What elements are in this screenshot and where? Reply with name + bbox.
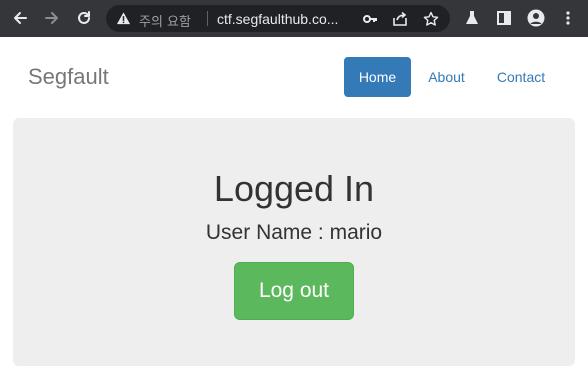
share-icon[interactable]	[391, 10, 409, 28]
labs-flask-icon[interactable]	[460, 7, 484, 29]
menu-kebab-icon[interactable]	[556, 7, 580, 29]
page-title: Logged In	[213, 168, 375, 209]
reload-icon[interactable]	[72, 7, 96, 29]
warning-icon[interactable]	[116, 11, 131, 26]
nav-contact[interactable]: Contact	[483, 57, 559, 97]
site-navbar: Segfault Home About Contact	[0, 37, 588, 117]
omnibox-divider	[207, 11, 208, 26]
user-name-text: User Name : mario	[205, 221, 383, 244]
browser-toolbar: 주의 요함 ctf.segfaulthub.co...	[0, 0, 588, 37]
key-icon[interactable]	[361, 10, 379, 28]
jumbotron: Logged In User Name : mario Log out	[13, 118, 575, 366]
url-text[interactable]: ctf.segfaulthub.co...	[217, 11, 352, 27]
profile-avatar-icon[interactable]	[524, 7, 548, 29]
navbar-brand[interactable]: Segfault	[28, 64, 109, 90]
security-status-label[interactable]: 주의 요함	[139, 11, 191, 30]
back-arrow-icon[interactable]	[8, 7, 32, 29]
logout-button[interactable]: Log out	[234, 262, 354, 320]
forward-arrow-icon[interactable]	[40, 7, 64, 29]
nav-about[interactable]: About	[414, 57, 479, 97]
address-bar[interactable]: 주의 요함 ctf.segfaulthub.co...	[106, 5, 450, 32]
nav-home[interactable]: Home	[344, 57, 411, 97]
side-panel-icon[interactable]	[492, 7, 516, 29]
bookmark-star-icon[interactable]	[422, 10, 440, 28]
